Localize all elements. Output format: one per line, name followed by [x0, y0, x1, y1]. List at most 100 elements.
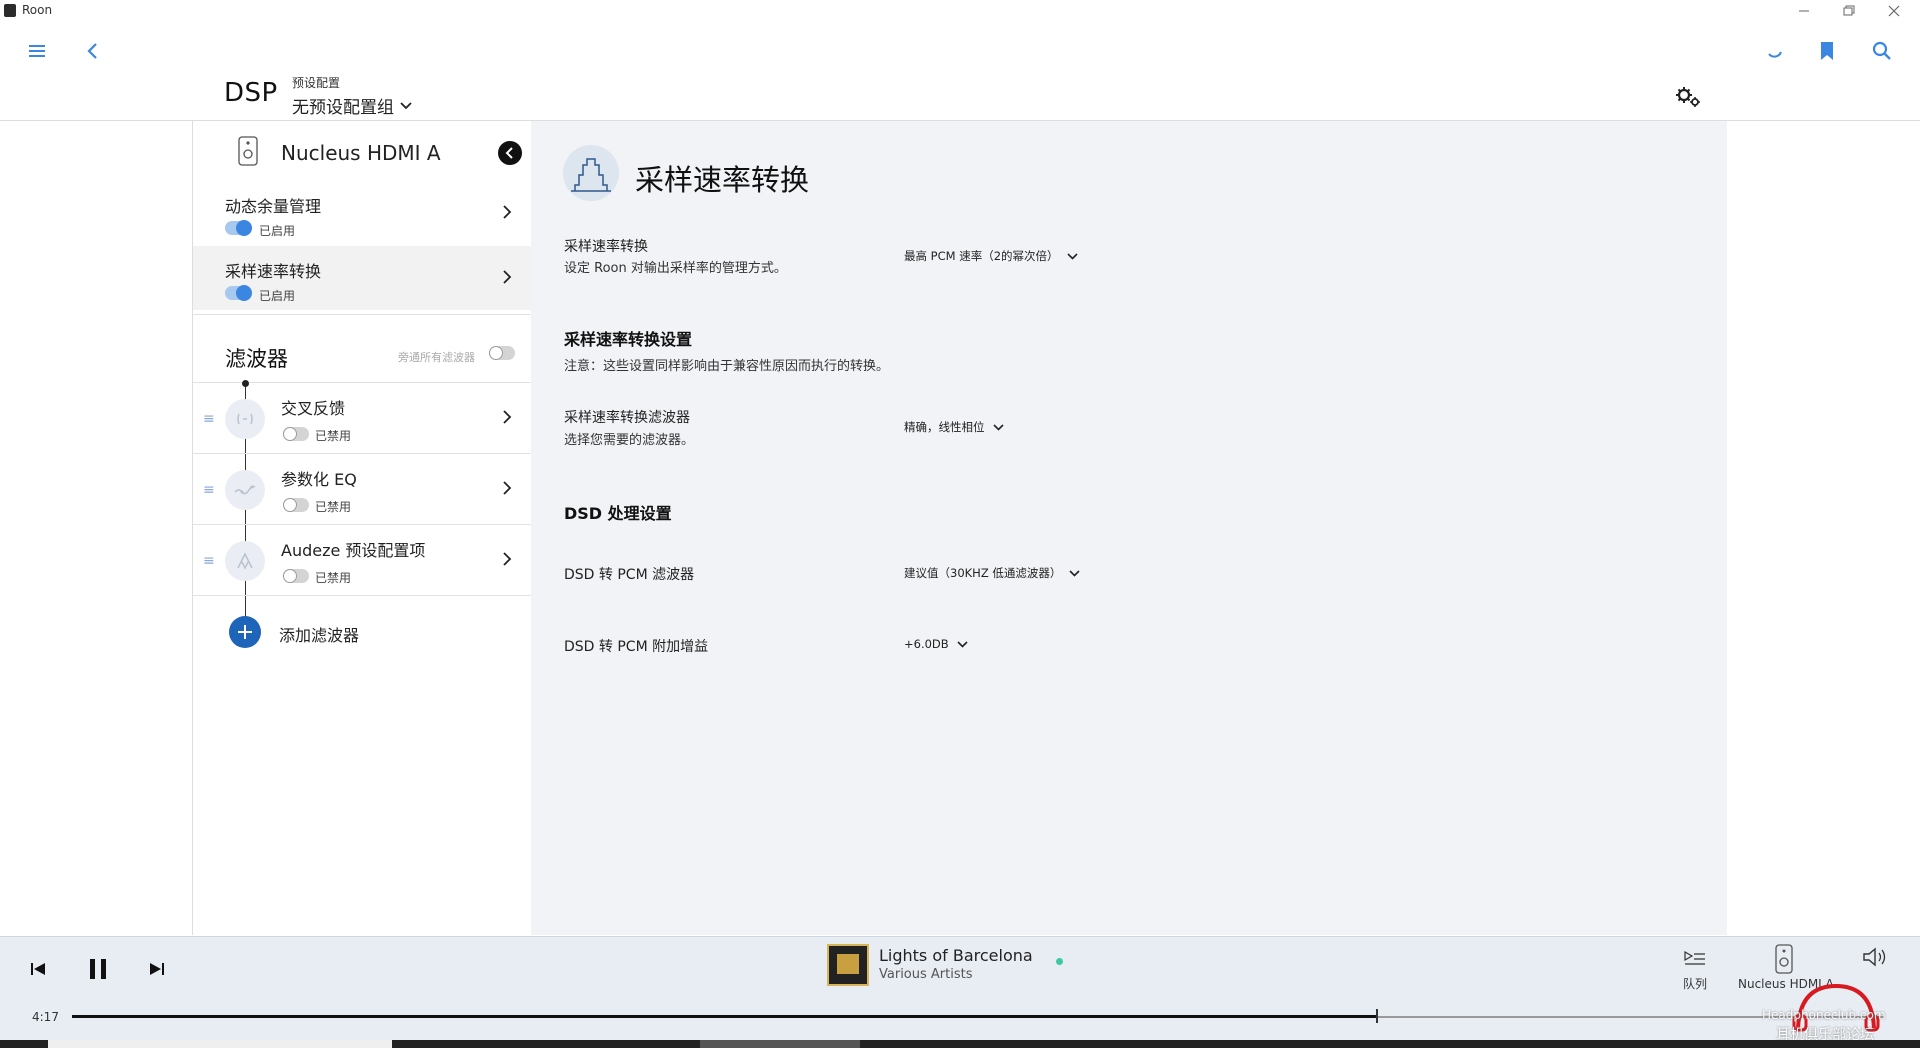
divider — [193, 314, 531, 315]
audeze-icon — [225, 541, 265, 581]
chevron-left-icon — [505, 147, 513, 159]
track-artist[interactable]: Various Artists — [879, 967, 973, 982]
loading-spinner-icon — [1760, 36, 1790, 66]
collapse-panel-button[interactable] — [498, 141, 522, 165]
bookmark-icon[interactable] — [1812, 36, 1842, 66]
filter-item-audeze-preset[interactable]: ≡ Audeze 预设配置项 已禁用 — [193, 525, 531, 595]
headroom-toggle[interactable] — [225, 220, 252, 236]
filter-status: 已禁用 — [315, 500, 352, 514]
queue-icon[interactable] — [1680, 947, 1710, 971]
album-art[interactable] — [827, 944, 869, 986]
chevron-down-icon — [1069, 569, 1080, 577]
plus-icon — [238, 625, 252, 639]
roon-app-icon — [4, 4, 16, 17]
filter-status: 已禁用 — [315, 429, 352, 443]
dsp-sidebar: Nucleus HDMI A 动态余量管理 已启用 采样速率转换 已启用 滤波器… — [192, 121, 532, 935]
gears-settings-icon[interactable] — [1673, 82, 1703, 112]
src-settings-heading: 采样速率转换设置 — [564, 330, 693, 349]
src-mode-dropdown[interactable]: 最高 PCM 速率（2的幂次倍） — [904, 248, 1078, 264]
dsp-item-label: 动态余量管理 — [225, 197, 322, 216]
crossfeed-toggle[interactable] — [283, 427, 309, 441]
crossfeed-icon — [225, 399, 265, 439]
dsd-filter-label: DSD 转 PCM 滤波器 — [564, 567, 695, 583]
watermark-url: Headphoneclub.com — [1762, 1008, 1886, 1022]
sample-rate-toggle[interactable] — [225, 285, 252, 301]
chevron-down-icon — [400, 101, 412, 110]
elapsed-time: 4:17 — [32, 1010, 59, 1024]
seek-handle[interactable] — [1376, 1009, 1378, 1023]
chevron-right-icon — [503, 205, 512, 219]
chevron-right-icon — [503, 410, 512, 424]
speaker-icon — [237, 136, 259, 166]
src-mode-value: 最高 PCM 速率（2的幂次倍） — [904, 249, 1059, 263]
taskbar-strip — [0, 1040, 1920, 1048]
src-settings-note: 注意：这些设置同样影响由于兼容性原因而执行的转换。 — [564, 359, 890, 374]
dsp-item-label: 采样速率转换 — [225, 262, 322, 281]
title-bar: Roon — [0, 0, 1920, 22]
chevron-right-icon — [503, 481, 512, 495]
bypass-filters-toggle[interactable] — [489, 346, 515, 360]
src-filter-description: 选择您需要的滤波器。 — [564, 433, 695, 448]
pause-icon[interactable] — [84, 955, 112, 983]
signal-path-dot[interactable] — [1056, 958, 1063, 965]
add-filter-button[interactable] — [229, 616, 261, 648]
track-title[interactable]: Lights of Barcelona — [879, 946, 1033, 965]
drag-handle-icon[interactable]: ≡ — [203, 411, 215, 427]
dsd-gain-dropdown[interactable]: +6.0DB — [904, 637, 968, 651]
previous-track-icon[interactable] — [28, 957, 48, 981]
filter-label: 参数化 EQ — [281, 470, 357, 489]
drag-handle-icon[interactable]: ≡ — [203, 482, 215, 498]
queue-label[interactable]: 队列 — [1683, 975, 1707, 992]
preset-value: 无预设配置组 — [292, 98, 394, 118]
filter-label: 交叉反馈 — [281, 399, 346, 418]
chevron-down-icon — [1066, 252, 1078, 260]
dsd-filter-value: 建议值（30KHZ 低通滤波器） — [904, 566, 1062, 580]
next-track-icon[interactable] — [147, 957, 167, 981]
page-title: DSP — [224, 78, 278, 108]
filter-status: 已禁用 — [315, 571, 352, 585]
dsd-filter-dropdown[interactable]: 建议值（30KHZ 低通滤波器） — [904, 565, 1080, 581]
chevron-down-icon — [992, 423, 1004, 431]
parametric-eq-toggle[interactable] — [283, 498, 309, 512]
sample-rate-conversion-icon — [563, 145, 619, 201]
dsp-item-headroom[interactable]: 动态余量管理 已启用 — [193, 181, 531, 245]
chevron-right-icon — [503, 270, 512, 284]
search-icon[interactable] — [1867, 36, 1897, 66]
src-label: 采样速率转换 — [564, 239, 648, 255]
audeze-toggle[interactable] — [283, 569, 309, 583]
player-bar: Lights of Barcelona Various Artists 队列 N… — [0, 936, 1920, 1041]
drag-handle-icon[interactable]: ≡ — [203, 553, 215, 569]
filter-label: Audeze 预设配置项 — [281, 541, 426, 560]
minimize-icon[interactable] — [1794, 2, 1814, 20]
zone-speaker-icon[interactable] — [1772, 943, 1796, 975]
back-arrow-icon[interactable] — [77, 36, 107, 66]
volume-icon[interactable] — [1860, 945, 1890, 969]
chevron-down-icon — [957, 640, 968, 648]
dsd-heading: DSD 处理设置 — [564, 504, 672, 523]
dsd-gain-label: DSD 转 PCM 附加增益 — [564, 639, 709, 655]
src-filter-value: 精确，线性相位 — [904, 420, 985, 434]
eq-icon — [225, 470, 265, 510]
restore-icon[interactable] — [1838, 2, 1858, 20]
filter-item-parametric-eq[interactable]: ≡ 参数化 EQ 已禁用 — [193, 454, 531, 524]
panel-title: 采样速率转换 — [635, 163, 810, 197]
add-filter-label[interactable]: 添加滤波器 — [279, 622, 359, 646]
filter-item-crossfeed[interactable]: ≡ 交叉反馈 已禁用 — [193, 383, 531, 453]
hamburger-menu-icon[interactable] — [22, 36, 52, 66]
dsp-item-sample-rate[interactable]: 采样速率转换 已启用 — [193, 246, 531, 310]
window-title: Roon — [22, 3, 53, 17]
chevron-right-icon — [503, 552, 512, 566]
sample-rate-panel: 采样速率转换 采样速率转换 设定 Roon 对输出采样率的管理方式。 最高 PC… — [531, 121, 1727, 935]
dsd-gain-value: +6.0DB — [904, 637, 949, 651]
src-description: 设定 Roon 对输出采样率的管理方式。 — [564, 261, 787, 276]
seek-progress — [72, 1015, 1377, 1018]
dsp-item-status: 已启用 — [259, 224, 296, 238]
filters-heading: 滤波器 — [225, 347, 288, 371]
src-filter-dropdown[interactable]: 精确，线性相位 — [904, 419, 1004, 435]
preset-label: 预设配置 — [292, 76, 341, 90]
close-icon[interactable] — [1884, 2, 1904, 20]
bypass-filters-label: 旁通所有滤波器 — [398, 351, 475, 364]
divider — [193, 595, 531, 596]
device-header: Nucleus HDMI A — [193, 121, 531, 181]
preset-dropdown[interactable]: 无预设配置组 — [292, 93, 412, 118]
